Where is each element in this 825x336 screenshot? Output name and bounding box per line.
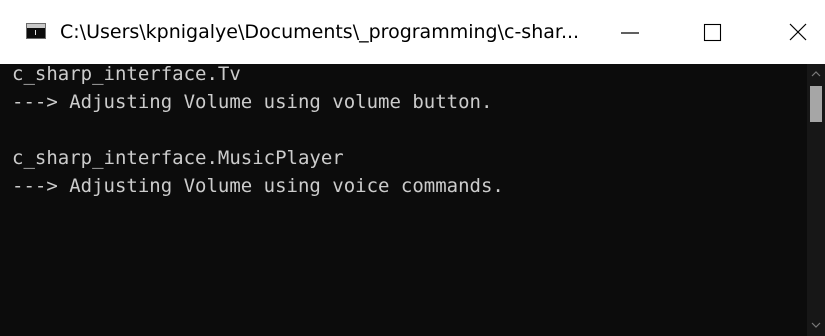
- title-bar[interactable]: C:\Users\kpnigalye\Documents\_programmin…: [0, 0, 825, 64]
- console-icon[interactable]: [26, 23, 46, 39]
- console-output[interactable]: c_sharp_interface.Tv ---> Adjusting Volu…: [0, 63, 807, 336]
- console-window: C:\Users\kpnigalye\Documents\_programmin…: [0, 0, 825, 336]
- console-line: c_sharp_interface.MusicPlayer: [12, 147, 344, 169]
- close-button[interactable]: [760, 0, 825, 64]
- close-icon: [789, 23, 807, 41]
- console-line: c_sharp_interface.Tv: [12, 63, 241, 85]
- window-title: C:\Users\kpnigalye\Documents\_programmin…: [60, 21, 580, 43]
- maximize-button[interactable]: [675, 0, 765, 64]
- scroll-up-button[interactable]: [807, 64, 825, 84]
- console-line: ---> Adjusting Volume using volume butto…: [12, 91, 493, 113]
- scroll-down-button[interactable]: [807, 316, 825, 336]
- maximize-icon: [703, 23, 722, 42]
- vertical-scrollbar[interactable]: [807, 64, 825, 336]
- minimize-icon: [621, 32, 639, 34]
- chevron-up-icon: [811, 71, 821, 77]
- console-line: ---> Adjusting Volume using voice comman…: [12, 175, 504, 197]
- chevron-down-icon: [811, 322, 821, 328]
- minimize-button[interactable]: [585, 0, 675, 64]
- scrollbar-thumb[interactable]: [810, 86, 822, 122]
